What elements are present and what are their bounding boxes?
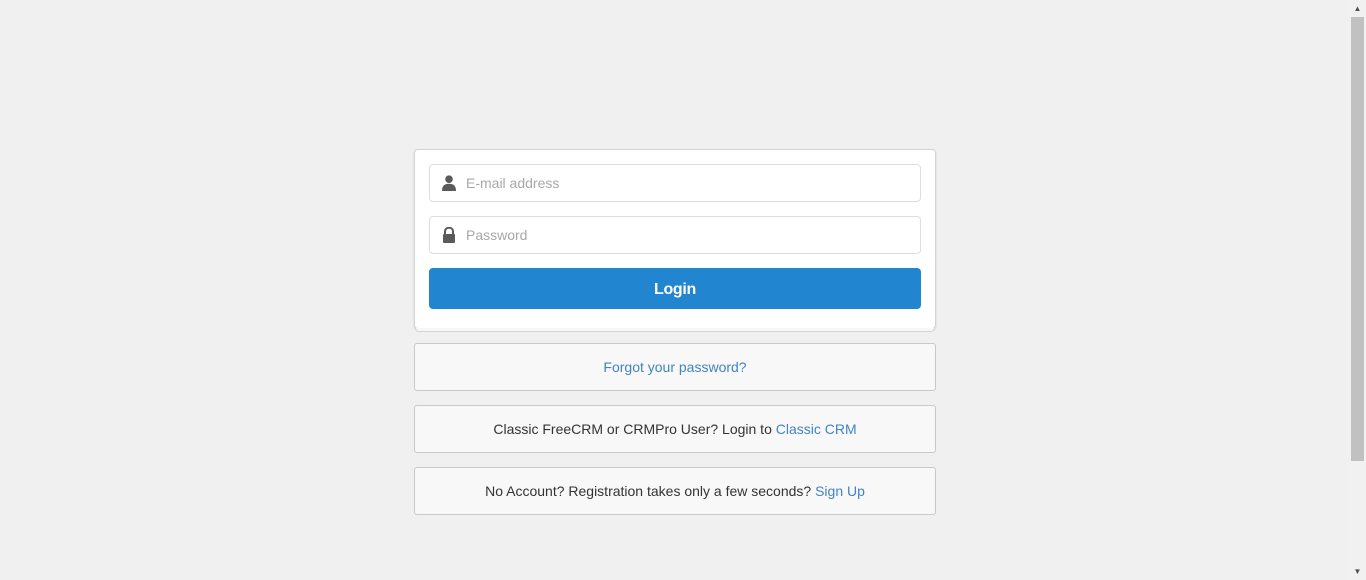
- login-form: Login: [414, 149, 936, 332]
- vertical-scrollbar[interactable]: ▲ ▼: [1349, 0, 1366, 580]
- signup-message: No Account? Registration takes only a fe…: [414, 467, 936, 515]
- login-page: Login Forgot your password? Classic Free…: [0, 0, 1366, 580]
- classic-crm-message: Classic FreeCRM or CRMPro User? Login to…: [414, 405, 936, 453]
- scroll-thumb[interactable]: [1351, 17, 1364, 461]
- signup-text: No Account? Registration takes only a fe…: [485, 483, 816, 499]
- lock-icon: [442, 226, 456, 243]
- classic-crm-link[interactable]: Classic CRM: [776, 421, 857, 437]
- email-field: [429, 164, 921, 202]
- scroll-down-arrow-icon[interactable]: ▼: [1349, 563, 1366, 580]
- scroll-up-arrow-icon[interactable]: ▲: [1349, 0, 1366, 17]
- login-button[interactable]: Login: [429, 268, 921, 309]
- password-input[interactable]: [466, 217, 912, 253]
- forgot-password-message: Forgot your password?: [414, 343, 936, 391]
- email-input[interactable]: [466, 165, 912, 201]
- sign-up-link[interactable]: Sign Up: [815, 483, 865, 499]
- classic-crm-text: Classic FreeCRM or CRMPro User? Login to: [493, 421, 776, 437]
- password-field: [429, 216, 921, 254]
- login-container: Login Forgot your password? Classic Free…: [414, 149, 936, 515]
- user-icon: [442, 175, 456, 191]
- forgot-password-link[interactable]: Forgot your password?: [603, 359, 746, 375]
